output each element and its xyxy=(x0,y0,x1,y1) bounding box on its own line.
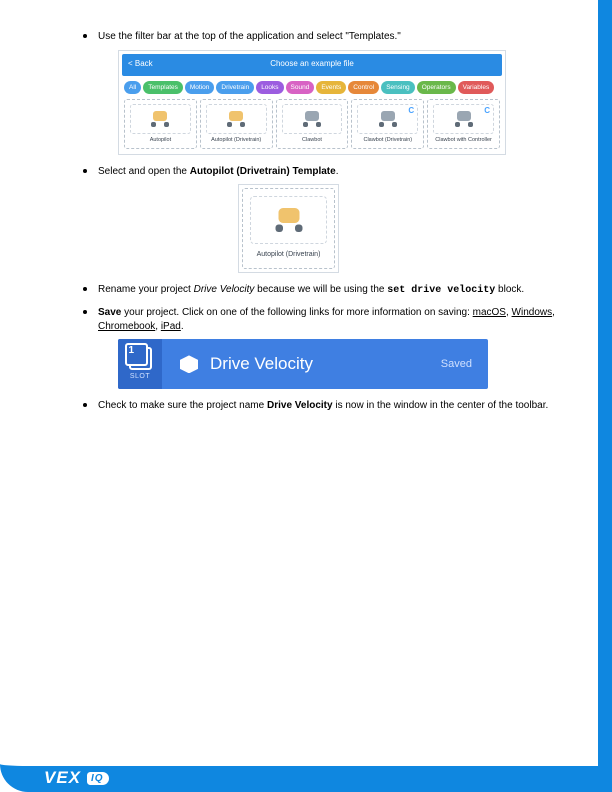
category-drivetrain[interactable]: Drivetrain xyxy=(216,81,254,94)
sep: . xyxy=(181,321,184,332)
template-card[interactable]: Autopilot (Drivetrain) xyxy=(200,99,273,149)
template-label: Autopilot (Drivetrain) xyxy=(203,137,270,144)
bullet-1-text: Use the filter bar at the top of the app… xyxy=(98,31,401,42)
template-card[interactable]: C Clawbot (Drivetrain) xyxy=(351,99,424,149)
vex-iq-logo: VEX IQ xyxy=(44,768,109,788)
bullet-2: Select and open the Autopilot (Drivetrai… xyxy=(78,165,564,273)
bullet-3-italic: Drive Velocity xyxy=(194,284,255,295)
hexagon-icon xyxy=(180,355,198,373)
logo-iq: IQ xyxy=(87,772,109,785)
bullet-5-post: is now in the window in the center of th… xyxy=(333,400,549,411)
template-card-label: Autopilot (Drivetrain) xyxy=(247,250,330,259)
category-events[interactable]: Events xyxy=(316,81,346,94)
template-cards-row: AutopilotAutopilot (Drivetrain)ClawbotCC… xyxy=(122,99,502,151)
template-label: Clawbot (Drivetrain) xyxy=(354,137,421,144)
bullet-3-mid: because we will be using the xyxy=(254,284,387,295)
template-label: Clawbot with Controller xyxy=(430,137,497,144)
bullet-3-pre: Rename your project xyxy=(98,284,194,295)
bullet-5-bold: Drive Velocity xyxy=(267,400,333,411)
slot-selector[interactable]: 1 SLOT xyxy=(118,339,162,389)
robot-icon: C xyxy=(357,104,418,134)
robot-icon xyxy=(130,104,191,134)
template-card[interactable]: C Clawbot with Controller xyxy=(427,99,500,149)
category-sound[interactable]: Sound xyxy=(286,81,315,94)
slot-number: 1 xyxy=(129,344,135,358)
category-all[interactable]: All xyxy=(124,81,141,94)
link-macos[interactable]: macOS xyxy=(473,307,506,318)
category-sensing[interactable]: Sensing xyxy=(381,81,415,94)
bullet-2-pre: Select and open the xyxy=(98,166,190,177)
template-label: Autopilot xyxy=(127,137,194,144)
logo-vex: VEX xyxy=(44,768,81,788)
example-file-header: < Back Choose an example file xyxy=(122,54,502,76)
header-title: Choose an example file xyxy=(122,59,502,70)
template-card-autopilot[interactable]: Autopilot (Drivetrain) xyxy=(242,188,335,268)
saved-status: Saved xyxy=(441,357,472,372)
bullet-3-post: block. xyxy=(495,284,524,295)
category-motion[interactable]: Motion xyxy=(185,81,215,94)
sep: , xyxy=(552,307,555,318)
project-title[interactable]: Drive Velocity xyxy=(210,353,441,376)
link-windows[interactable]: Windows xyxy=(512,307,553,318)
bullet-5: Check to make sure the project name Driv… xyxy=(78,399,564,413)
template-card[interactable]: Clawbot xyxy=(276,99,349,149)
single-template-screenshot: Autopilot (Drivetrain) xyxy=(118,184,564,272)
bullet-4-bold: Save xyxy=(98,307,121,318)
category-variables[interactable]: Variables xyxy=(458,81,495,94)
category-looks[interactable]: Looks xyxy=(256,81,283,94)
category-operators[interactable]: Operators xyxy=(417,81,456,94)
bullet-3-code: set drive velocity xyxy=(387,285,495,296)
slot-icon: 1 xyxy=(129,347,152,370)
robot-icon xyxy=(206,104,267,134)
bullet-5-pre: Check to make sure the project name xyxy=(98,400,267,411)
document-content: Use the filter bar at the top of the app… xyxy=(78,30,564,422)
bullet-4: Save your project. Click on one of the f… xyxy=(78,306,564,389)
bullet-2-bold: Autopilot (Drivetrain) Template xyxy=(190,166,336,177)
category-templates[interactable]: Templates xyxy=(143,81,183,94)
robot-icon xyxy=(250,196,327,244)
robot-icon: C xyxy=(433,104,494,134)
toolbar-screenshot: 1 SLOT Drive Velocity Saved xyxy=(118,339,488,389)
link-chromebook[interactable]: Chromebook xyxy=(98,321,155,332)
robot-icon xyxy=(282,104,343,134)
category-tabs: AllTemplatesMotionDrivetrainLooksSoundEv… xyxy=(122,79,502,96)
link-ipad[interactable]: iPad xyxy=(161,321,181,332)
category-control[interactable]: Control xyxy=(348,81,379,94)
bullet-3: Rename your project Drive Velocity becau… xyxy=(78,283,564,298)
filter-bar-screenshot: < Back Choose an example file AllTemplat… xyxy=(118,50,564,155)
bullet-1: Use the filter bar at the top of the app… xyxy=(78,30,564,155)
bullet-4-pre: your project. Click on one of the follow… xyxy=(121,307,472,318)
template-label: Clawbot xyxy=(279,137,346,144)
template-card[interactable]: Autopilot xyxy=(124,99,197,149)
bullet-2-post: . xyxy=(336,166,339,177)
slot-label: SLOT xyxy=(130,372,150,381)
